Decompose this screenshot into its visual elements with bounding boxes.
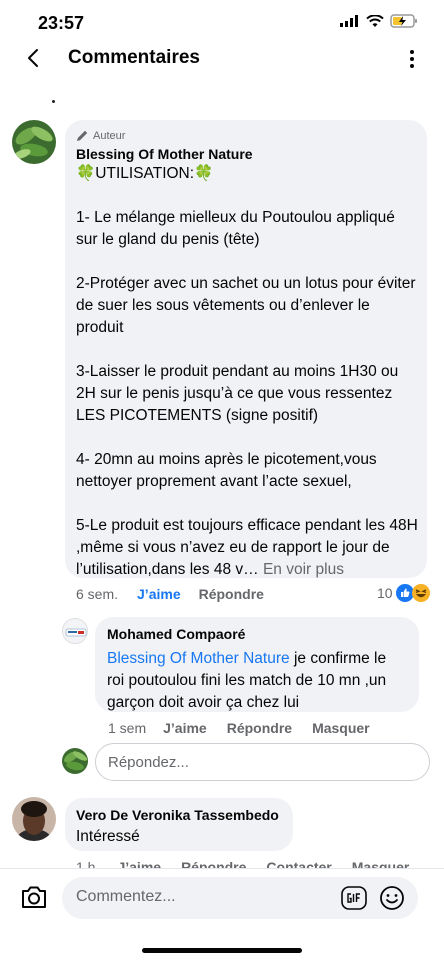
like-button[interactable]: J’aime [137, 586, 181, 602]
hide-button[interactable]: Masquer [312, 720, 370, 736]
camera-icon[interactable] [20, 884, 48, 910]
status-icons [340, 14, 418, 28]
reply-author-name[interactable]: Mohamed Compaoré [107, 626, 407, 642]
pencil-icon [77, 130, 88, 141]
comment-text: Intéressé [76, 828, 140, 845]
author-badge-label: Auteur [93, 129, 126, 142]
status-bar: 23:57 [0, 0, 444, 44]
haha-reaction-icon [412, 584, 430, 602]
comment-time[interactable]: 6 sem. [76, 586, 118, 602]
avatar[interactable] [12, 120, 56, 164]
reply-text: Blessing Of Mother Nature je confirme le… [107, 648, 407, 714]
reply-button[interactable]: Répondre [199, 586, 264, 602]
reply-time[interactable]: 1 sem [108, 720, 146, 736]
page-title: Commentaires [68, 47, 200, 68]
comment-actions: 6 sem. J’aime Répondre 10 [76, 584, 436, 604]
comment-input[interactable]: Commentez... [62, 877, 418, 919]
wifi-icon [366, 14, 384, 27]
reply-input[interactable]: Répondez... [95, 743, 430, 781]
reply-button[interactable]: Répondre [227, 720, 292, 736]
avatar[interactable] [12, 797, 56, 841]
reply-actions: 1 sem J’aime Répondre Masquer [108, 719, 370, 737]
comment-author-name[interactable]: Vero De Veronika Tassembedo [76, 807, 282, 823]
signal-icon [340, 15, 358, 27]
battery-charging-icon [390, 14, 417, 28]
like-button[interactable]: J’aime [163, 720, 207, 736]
gif-icon[interactable] [341, 886, 367, 910]
comment-bubble[interactable]: Auteur Blessing Of Mother Nature 🍀UTILIS… [65, 120, 427, 578]
mention-link[interactable]: Blessing Of Mother Nature [107, 650, 290, 667]
comment-bubble[interactable]: Vero De Veronika Tassembedo Intéressé [65, 798, 293, 851]
comment-body: 🍀UTILISATION:🍀 1- Le mélange mielleux du… [76, 165, 418, 578]
app-header: Commentaires [0, 44, 444, 74]
more-options-icon[interactable] [404, 48, 420, 70]
status-time: 23:57 [38, 13, 85, 33]
author-badge: Auteur [76, 129, 416, 142]
see-more-link[interactable]: En voir plus [259, 561, 344, 578]
divider-dot [52, 100, 55, 103]
comment-text: 🍀UTILISATION:🍀 1- Le mélange mielleux du… [76, 163, 419, 581]
home-indicator [142, 948, 302, 953]
avatar[interactable] [62, 618, 88, 644]
comment-author-name[interactable]: Blessing Of Mother Nature [76, 146, 416, 162]
reply-input-placeholder: Répondez... [108, 754, 189, 771]
reaction-count[interactable]: 10 [377, 585, 393, 601]
back-chevron-icon[interactable] [22, 46, 46, 70]
comment-input-placeholder: Commentez... [76, 888, 176, 905]
avatar[interactable] [62, 748, 88, 774]
comment-composer-bar: Commentez... [0, 868, 444, 960]
emoji-icon[interactable] [379, 885, 405, 911]
reply-bubble[interactable]: Mohamed Compaoré Blessing Of Mother Natu… [95, 617, 419, 712]
